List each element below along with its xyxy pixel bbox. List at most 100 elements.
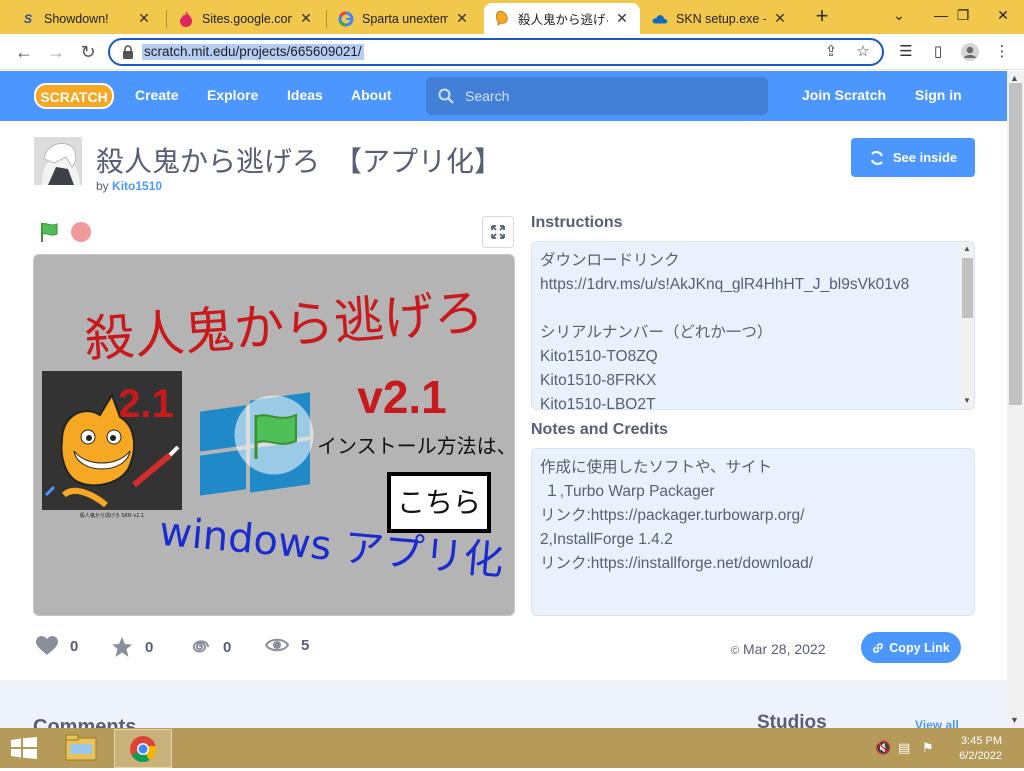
browser-tab-active[interactable]: 殺人鬼から逃げろ ✕ — [484, 3, 640, 34]
fullscreen-icon — [491, 225, 505, 239]
bookmark-star-icon[interactable]: ☆ — [854, 43, 872, 61]
restore-button[interactable]: ❐ — [944, 2, 982, 28]
google-icon — [338, 11, 354, 27]
clock-date: 6/2/2022 — [959, 750, 1002, 762]
nav-ideas[interactable]: Ideas — [287, 87, 323, 103]
views-count: 5 — [301, 636, 310, 654]
notes-textbox[interactable]: 作成に使用したソフトや、サイト １,Turbo Warp Packager リン… — [531, 448, 975, 616]
scratch-logo[interactable]: SCRATCH — [34, 82, 114, 110]
instructions-textbox[interactable]: ダウンロードリンク https://1drv.ms/u/s!AkJKnq_glR… — [531, 241, 975, 410]
browser-tab-sparta[interactable]: Sparta unextemod ✕ — [328, 3, 480, 34]
remixes-stat: 0 — [189, 636, 231, 658]
share-icon[interactable]: ⇪ — [822, 43, 840, 61]
nav-about[interactable]: About — [351, 87, 391, 103]
scroll-down-arrow-icon[interactable]: ▼ — [1010, 715, 1019, 725]
byline: by Kito1510 — [96, 179, 162, 193]
profile-avatar-icon[interactable] — [960, 42, 980, 62]
side-panel-icon[interactable]: ▯ — [928, 42, 948, 62]
instructions-line: シリアルナンバー（どれか一つ） — [540, 324, 773, 341]
tab-title: Sites.google.com — [202, 11, 292, 26]
notes-line: 作成に使用したソフトや、サイト — [540, 459, 773, 476]
remix-spiral-icon — [192, 640, 209, 653]
author-avatar[interactable] — [34, 137, 82, 185]
close-icon[interactable]: ✕ — [772, 10, 788, 27]
network-icon[interactable]: ▤ — [898, 740, 910, 756]
tab-title: SKN setup.exe - O — [676, 11, 766, 26]
lock-icon — [123, 45, 133, 59]
scroll-up-arrow-icon[interactable]: ▲ — [963, 244, 971, 253]
notes-line: リンク:https://installforge.net/download/ — [540, 555, 814, 572]
address-bar[interactable]: scratch.mit.edu/projects/665609021/ ⇪ ☆ — [108, 38, 884, 66]
media-queue-icon[interactable]: ☰ — [896, 42, 916, 62]
search-placeholder: Search — [465, 88, 510, 104]
favorites-count: 0 — [145, 638, 154, 656]
showdown-icon: S — [23, 11, 32, 26]
file-explorer-icon[interactable] — [58, 730, 104, 766]
windows-start-icon[interactable] — [10, 737, 38, 759]
windows-taskbar: 🔇 ▤ ⚑ — [0, 728, 1024, 768]
new-tab-button[interactable]: + — [810, 5, 834, 29]
close-icon[interactable]: ✕ — [614, 10, 630, 27]
loves-stat[interactable]: 0 — [36, 636, 78, 656]
scrollbar-thumb[interactable] — [962, 258, 973, 318]
tab-search-chevron-icon[interactable]: ⌄ — [880, 2, 918, 28]
kebab-menu-icon[interactable]: ⋮ — [992, 42, 1012, 62]
see-inside-button[interactable]: See inside — [851, 138, 975, 177]
stage-play-overlay[interactable] — [234, 395, 314, 475]
instructions-line: Kito1510-LBQ2T — [540, 396, 656, 410]
fullscreen-button[interactable] — [482, 216, 514, 248]
sign-in-link[interactable]: Sign in — [915, 87, 962, 103]
scroll-down-arrow-icon[interactable]: ▼ — [963, 396, 971, 405]
notes-heading: Notes and Credits — [531, 421, 668, 438]
volume-muted-icon[interactable]: 🔇 — [875, 740, 891, 756]
heart-icon — [36, 636, 58, 655]
comments-studios-section — [0, 680, 1007, 728]
search-input[interactable]: Search — [426, 77, 768, 115]
project-stage[interactable]: 殺人鬼から逃げろ 2.1 殺人鬼から逃げろ SKN v2.1 v2.1 インスト… — [33, 254, 515, 616]
browser-tab-showdown[interactable]: S Showdown! ✕ — [10, 3, 162, 34]
eye-icon — [265, 638, 289, 652]
browser-tab-onedrive[interactable]: SKN setup.exe - O ✕ — [642, 3, 798, 34]
reload-button[interactable]: ↻ — [76, 40, 100, 64]
see-inside-label: See inside — [892, 150, 958, 165]
chrome-taskbar-button[interactable] — [114, 729, 172, 768]
stage-headline: 殺人鬼から逃げろ — [83, 283, 486, 369]
back-button[interactable]: ← — [12, 40, 36, 64]
green-flag-icon[interactable] — [38, 221, 60, 243]
close-icon[interactable]: ✕ — [298, 10, 314, 27]
browser-tab-sites[interactable]: Sites.google.com ✕ — [168, 3, 324, 34]
instructions-heading: Instructions — [531, 214, 623, 231]
action-center-icon[interactable]: ⚑ — [922, 740, 934, 756]
forward-button[interactable]: → — [44, 40, 68, 64]
instructions-line: Kito1510-TO8ZQ — [540, 348, 658, 365]
close-window-button[interactable]: ✕ — [984, 2, 1022, 28]
nav-create[interactable]: Create — [135, 87, 179, 103]
scroll-up-arrow-icon[interactable]: ▲ — [1010, 73, 1019, 83]
onedrive-icon — [652, 11, 668, 27]
tab-title: 殺人鬼から逃げろ — [518, 13, 608, 27]
author-link[interactable]: Kito1510 — [112, 179, 162, 193]
thumbnail-caption: 殺人鬼から逃げろ SKN v2.1 — [80, 512, 144, 519]
favorites-stat[interactable]: 0 — [111, 636, 153, 658]
close-icon[interactable]: ✕ — [454, 10, 470, 27]
stage-here-text: こちら — [397, 486, 481, 519]
browser-tab-strip: S Showdown! ✕ Sites.google.com ✕ Sparta … — [0, 0, 1024, 34]
thumbnail-version: 2.1 — [118, 382, 174, 426]
close-icon[interactable]: ✕ — [136, 10, 152, 27]
copy-link-button[interactable]: Copy Link — [861, 632, 961, 663]
instructions-scrollbar[interactable]: ▲ ▼ — [960, 242, 974, 409]
by-prefix: by — [96, 179, 109, 193]
tab-title: Sparta unextemod — [362, 11, 448, 26]
scrollbar-thumb[interactable] — [1009, 83, 1022, 405]
stop-button[interactable] — [71, 222, 91, 242]
tab-title: Showdown! — [44, 11, 109, 26]
clock-time: 3:45 PM — [961, 735, 1002, 747]
stage-install-text: インストール方法は、 — [317, 434, 515, 458]
url-text[interactable]: scratch.mit.edu/projects/665609021/ — [142, 44, 364, 60]
remix-arrows-icon — [870, 150, 883, 165]
nav-explore[interactable]: Explore — [207, 87, 258, 103]
taskbar-clock[interactable]: 3:45 PM 6/2/2022 — [950, 734, 1002, 764]
project-title: 殺人鬼から逃げろ 【アプリ化】 — [96, 145, 503, 178]
page-scrollbar[interactable]: ▲ ▼ — [1007, 71, 1024, 728]
join-scratch-link[interactable]: Join Scratch — [802, 87, 886, 103]
